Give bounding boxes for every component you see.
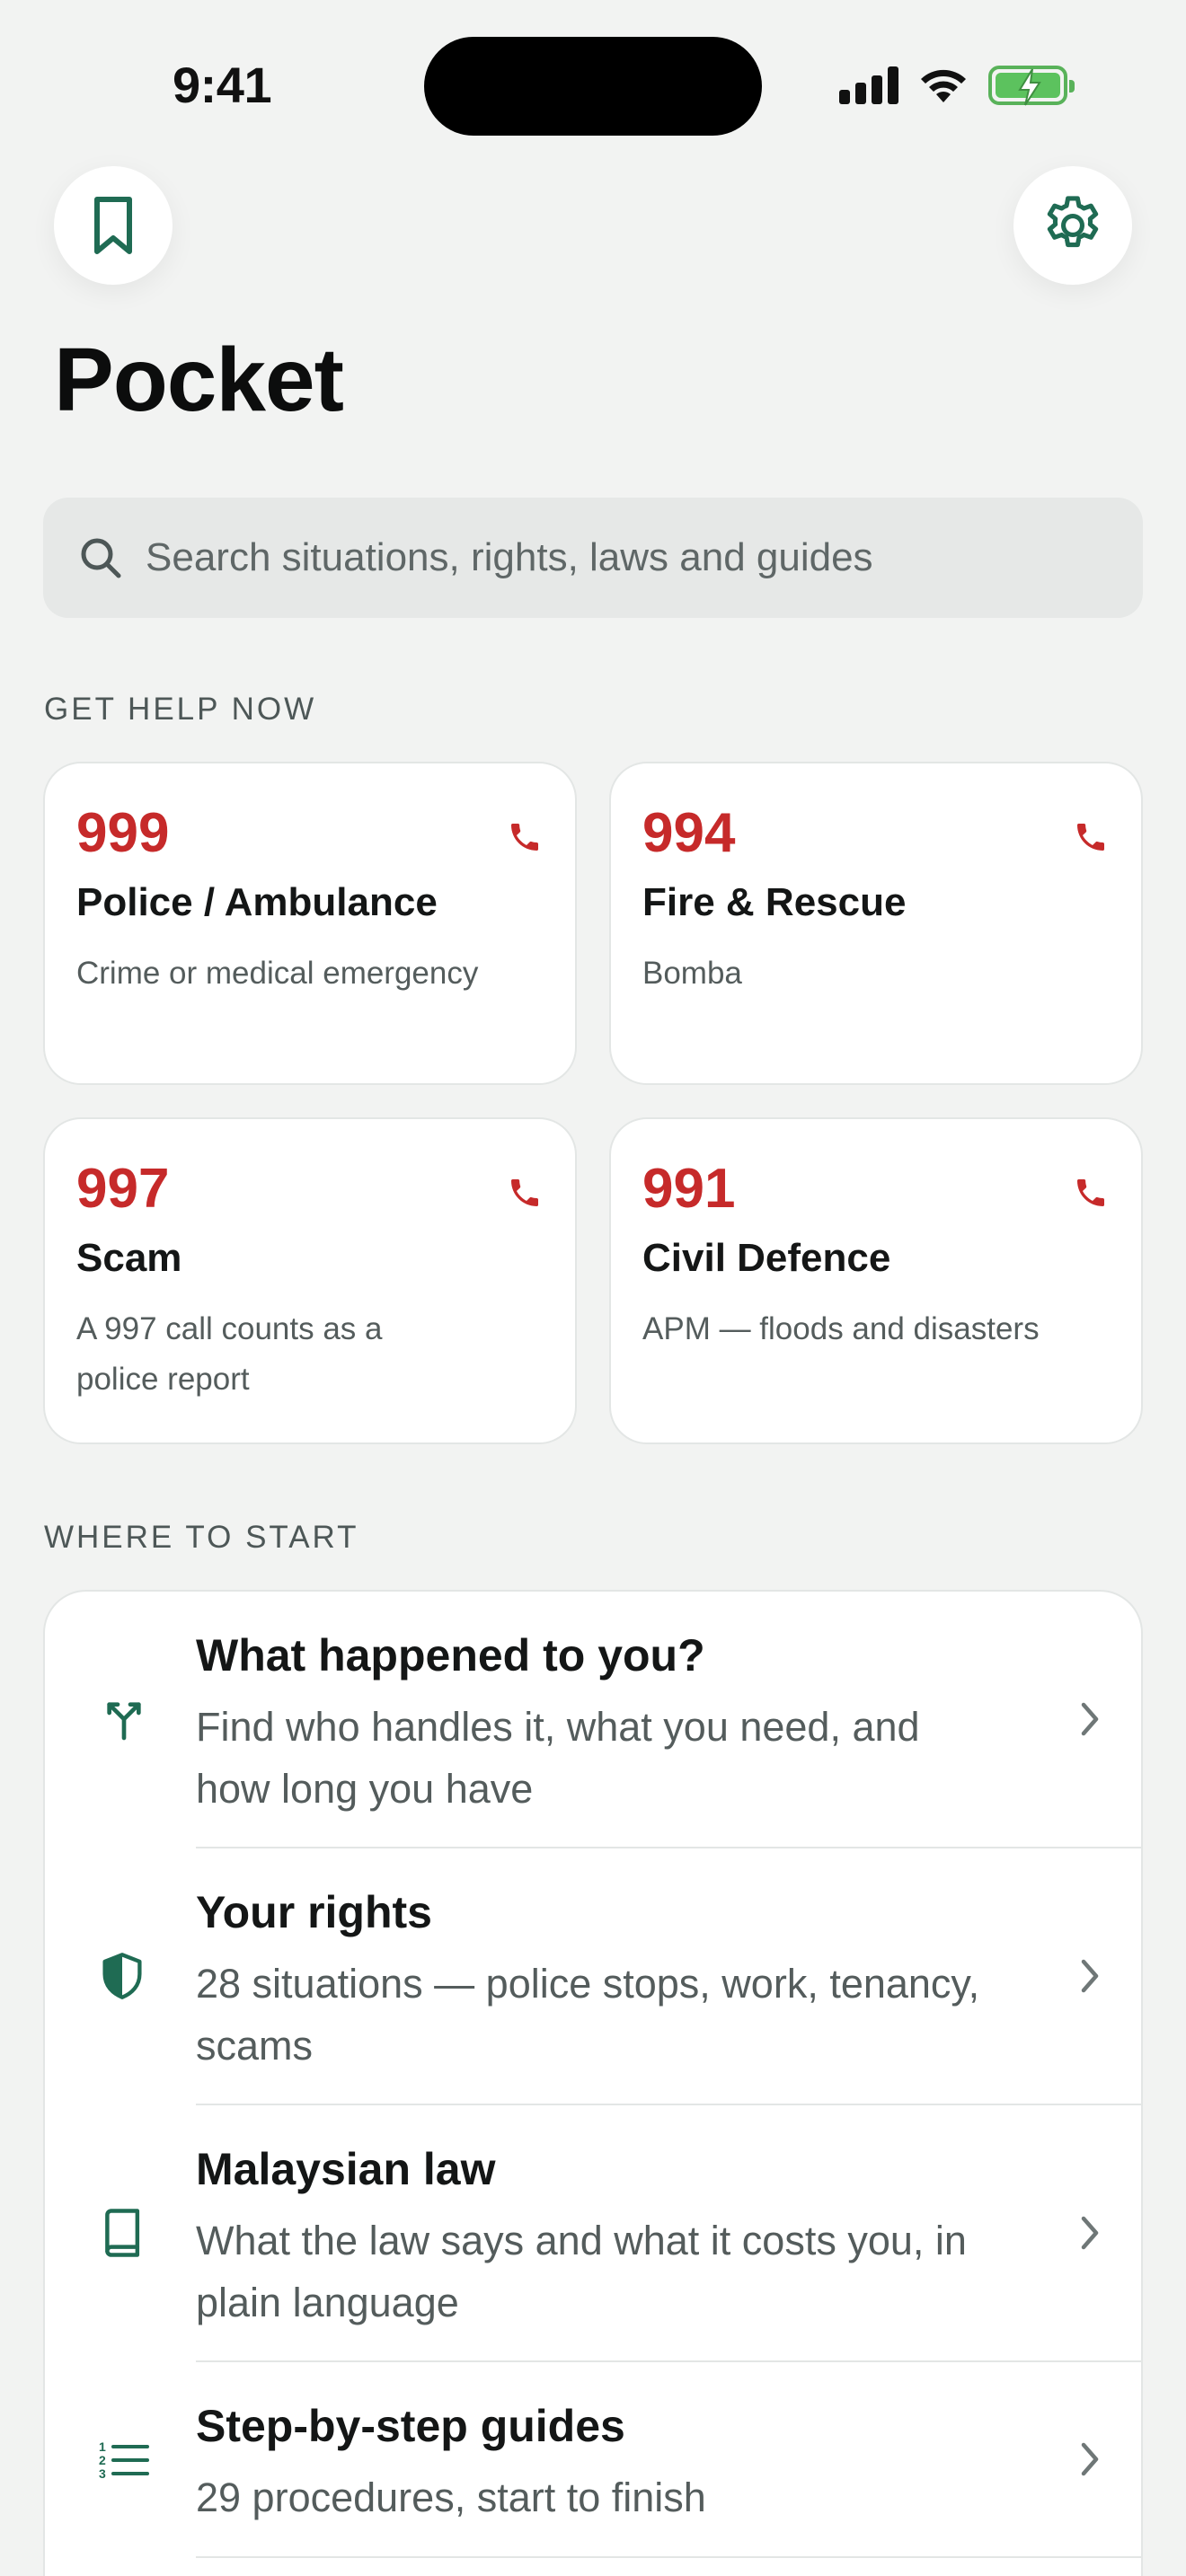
chevron-right-icon: [1076, 1848, 1103, 2104]
svg-text:2: 2: [99, 2453, 106, 2467]
emergency-card-991[interactable]: 991 Civil Defence APM — floods and disas…: [609, 1117, 1143, 1444]
search-input[interactable]: [146, 535, 1143, 580]
emergency-title: Police / Ambulance: [76, 880, 438, 924]
list-item-subtitle: 28 situations — police stops, work, tena…: [196, 1961, 980, 2069]
phone-icon: [511, 1179, 538, 1206]
emergency-number: 991: [642, 1158, 736, 1220]
list-item-title: What happened to you?: [196, 1630, 705, 1681]
status-icons: [839, 63, 1075, 108]
emergency-number: 994: [642, 802, 736, 864]
list-item-what-happened[interactable]: What happened to you? Find who handles i…: [45, 1592, 1141, 1847]
wifi-icon: [921, 69, 966, 102]
emergency-title: Fire & Rescue: [642, 880, 907, 924]
emergency-title: Scam: [76, 1236, 182, 1280]
list-item-your-rights[interactable]: Your rights 28 situations — police stops…: [45, 1848, 1141, 2104]
bookmarks-button[interactable]: [54, 166, 173, 285]
list-item-title: Step-by-step guides: [196, 2401, 625, 2451]
list-item-subtitle: Find who handles it, what you need, and …: [196, 1704, 920, 1812]
phone-icon: [1077, 824, 1104, 851]
search-bar[interactable]: [43, 498, 1143, 618]
phone-icon: [1077, 1179, 1104, 1206]
emergency-card-997[interactable]: 997 Scam A 997 call counts as a police r…: [43, 1117, 577, 1444]
emergency-description: Crime or medical emergency: [76, 956, 479, 991]
chevron-right-icon: [1076, 2362, 1103, 2556]
settings-button[interactable]: [1013, 166, 1132, 285]
start-list: What happened to you? Find who handles i…: [43, 1590, 1143, 2576]
list-item-subtitle: 29 procedures, start to finish: [196, 2475, 706, 2520]
signal-icon: [839, 66, 898, 104]
chevron-right-icon: [1076, 2105, 1103, 2360]
split-arrows-icon: [99, 1592, 149, 1847]
home-screen: 9:41 Pocket Search situations, rights, l…: [0, 0, 1186, 2576]
svg-text:1: 1: [99, 2439, 106, 2454]
bookmark-icon: [94, 197, 132, 254]
emergency-description: Bomba: [642, 956, 742, 991]
battery-charging-icon: [988, 66, 1075, 106]
shield-icon: [99, 1848, 146, 2104]
list-item-title: Malaysian law: [196, 2144, 496, 2194]
list-item-title: Your rights: [196, 1887, 432, 1937]
section-label-where-to-start: WHERE TO START: [44, 1520, 359, 1555]
emergency-title: Civil Defence: [642, 1236, 891, 1280]
emergency-number: 997: [76, 1158, 170, 1220]
emergency-card-994[interactable]: 994 Fire & Rescue Bomba: [609, 762, 1143, 1085]
list-item-malaysian-law[interactable]: Malaysian law What the law says and what…: [45, 2105, 1141, 2360]
list-item-subtitle: What the law says and what it costs you,…: [196, 2218, 967, 2325]
phone-icon: [511, 824, 538, 851]
emergency-card-999[interactable]: 999 Police / Ambulance Crime or medical …: [43, 762, 577, 1085]
dynamic-island: [424, 37, 762, 136]
svg-text:3: 3: [99, 2466, 106, 2480]
emergency-number: 999: [76, 802, 170, 864]
status-time: 9:41: [173, 57, 272, 113]
divider: [196, 2556, 1141, 2558]
gear-icon: [1047, 196, 1099, 248]
book-icon: [99, 2105, 144, 2360]
list-item-guides[interactable]: 1 2 3 Step-by-step guides 29 procedures,…: [45, 2362, 1141, 2556]
page-title: Pocket: [54, 330, 344, 430]
emergency-description: APM — floods and disasters: [642, 1311, 1040, 1346]
chevron-right-icon: [1076, 1592, 1103, 1847]
search-icon: [77, 534, 124, 581]
numbered-list-icon: 1 2 3: [99, 2362, 149, 2556]
section-label-get-help: GET HELP NOW: [44, 692, 317, 727]
emergency-description: A 997 call counts as a police report: [76, 1311, 383, 1397]
